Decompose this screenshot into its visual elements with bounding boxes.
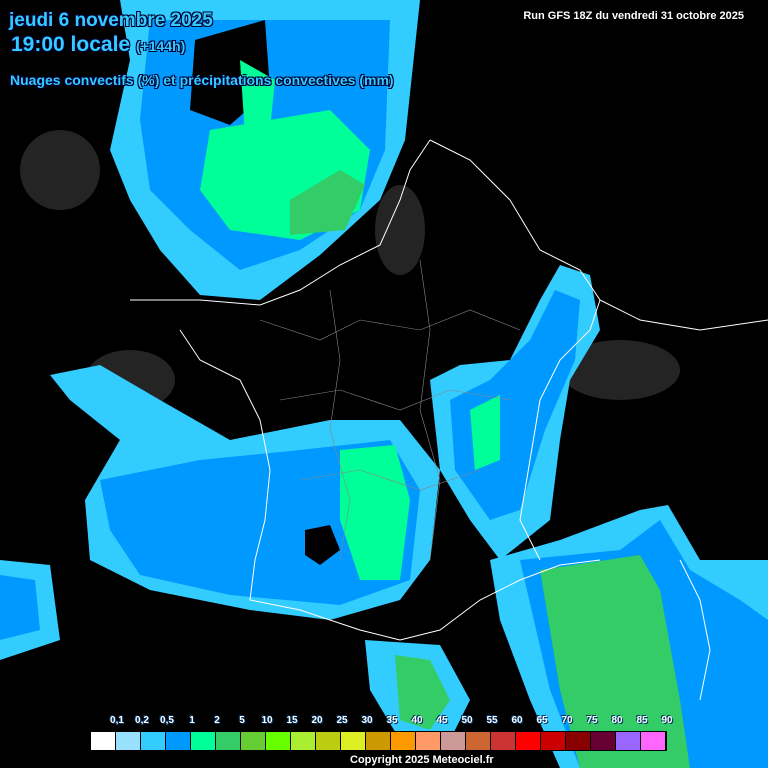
legend-labels: 0,1 0,2 0,5 1 2 5 10 15 20 25 30 35 40 45 50 55 60 65 70 75… xyxy=(90,715,673,729)
legend-swatch xyxy=(516,732,541,750)
color-legend xyxy=(90,731,667,751)
map-canvas xyxy=(0,0,768,768)
precip-southwest xyxy=(0,365,440,660)
legend-swatch xyxy=(91,732,116,750)
legend-swatch xyxy=(616,732,641,750)
legend-swatch xyxy=(116,732,141,750)
legend-swatch xyxy=(466,732,491,750)
legend-label: 40 xyxy=(411,715,423,726)
precip-alps xyxy=(430,265,600,560)
legend-swatch xyxy=(191,732,216,750)
legend-swatch xyxy=(491,732,516,750)
legend-label: 0,5 xyxy=(160,715,174,726)
legend-label: 25 xyxy=(336,715,348,726)
legend-label: 90 xyxy=(661,715,673,726)
legend-label: 1 xyxy=(189,715,195,726)
legend-label: 15 xyxy=(286,715,298,726)
legend-label: 0,2 xyxy=(135,715,149,726)
copyright: Copyright 2025 Meteociel.fr xyxy=(350,754,494,766)
variable-title: Nuages convectifs (%) et précipitations … xyxy=(10,72,394,88)
legend-swatch xyxy=(591,732,616,750)
legend-label: 10 xyxy=(261,715,273,726)
forecast-date: jeudi 6 novembre 2025 xyxy=(9,10,213,31)
legend-label: 70 xyxy=(561,715,573,726)
legend-swatch xyxy=(641,732,666,750)
legend-swatch xyxy=(366,732,391,750)
legend-swatch xyxy=(566,732,591,750)
legend-label: 0,1 xyxy=(110,715,124,726)
legend-swatch xyxy=(266,732,291,750)
lead-time: (+144h) xyxy=(135,38,186,54)
legend-swatch xyxy=(166,732,191,750)
legend-swatch xyxy=(216,732,241,750)
legend-swatch xyxy=(391,732,416,750)
weather-map: jeudi 6 novembre 2025 19:00 locale (+144… xyxy=(0,0,768,768)
legend-swatch xyxy=(316,732,341,750)
legend-label: 30 xyxy=(361,715,373,726)
legend-label: 20 xyxy=(311,715,323,726)
legend-label: 65 xyxy=(536,715,548,726)
legend-label: 85 xyxy=(636,715,648,726)
legend-swatch xyxy=(416,732,441,750)
legend-label: 2 xyxy=(214,715,220,726)
model-run: Run GFS 18Z du vendredi 31 octobre 2025 xyxy=(523,10,744,22)
legend-label: 50 xyxy=(461,715,473,726)
legend-swatch xyxy=(541,732,566,750)
legend-label: 35 xyxy=(386,715,398,726)
legend-label: 80 xyxy=(611,715,623,726)
legend-label: 55 xyxy=(486,715,498,726)
forecast-time: 19:00 locale (+144h) xyxy=(11,33,185,57)
legend-swatch xyxy=(341,732,366,750)
legend-swatch xyxy=(441,732,466,750)
legend-swatch xyxy=(141,732,166,750)
legend-label: 45 xyxy=(436,715,448,726)
legend-swatch xyxy=(241,732,266,750)
legend-label: 5 xyxy=(239,715,245,726)
legend-label: 60 xyxy=(511,715,523,726)
local-time: 19:00 locale xyxy=(11,33,131,56)
legend-swatch xyxy=(291,732,316,750)
legend-label: 75 xyxy=(586,715,598,726)
